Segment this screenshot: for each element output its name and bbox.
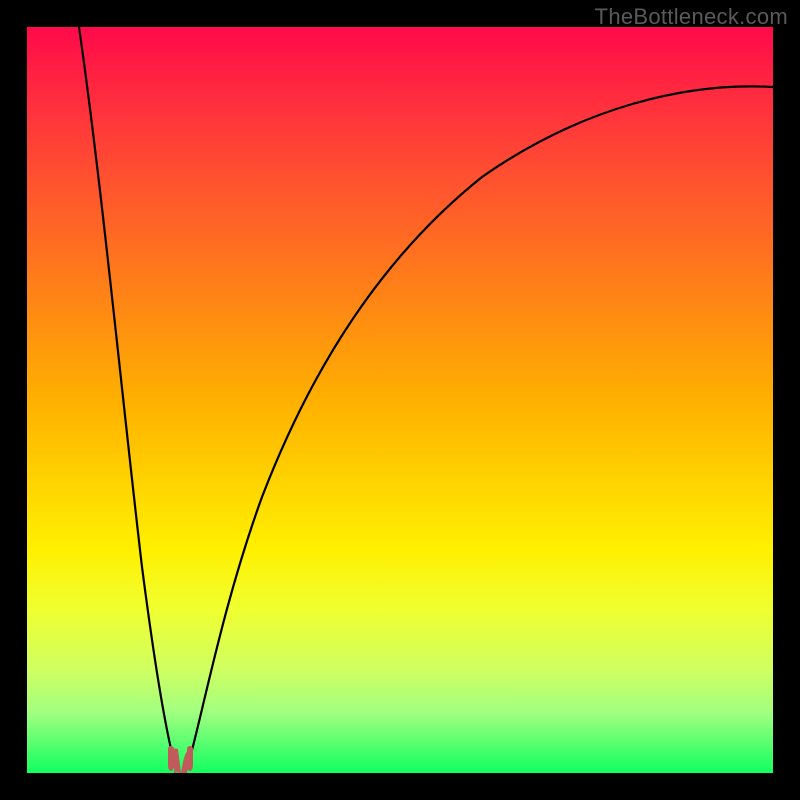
- right-branch-curve: [187, 86, 773, 769]
- minimum-nub-fill: [172, 749, 191, 774]
- chart-frame: TheBottleneck.com: [0, 0, 800, 800]
- left-branch-curve: [79, 27, 176, 769]
- curves-layer: [27, 27, 773, 773]
- attribution-text: TheBottleneck.com: [595, 4, 788, 30]
- plot-area: [27, 27, 773, 773]
